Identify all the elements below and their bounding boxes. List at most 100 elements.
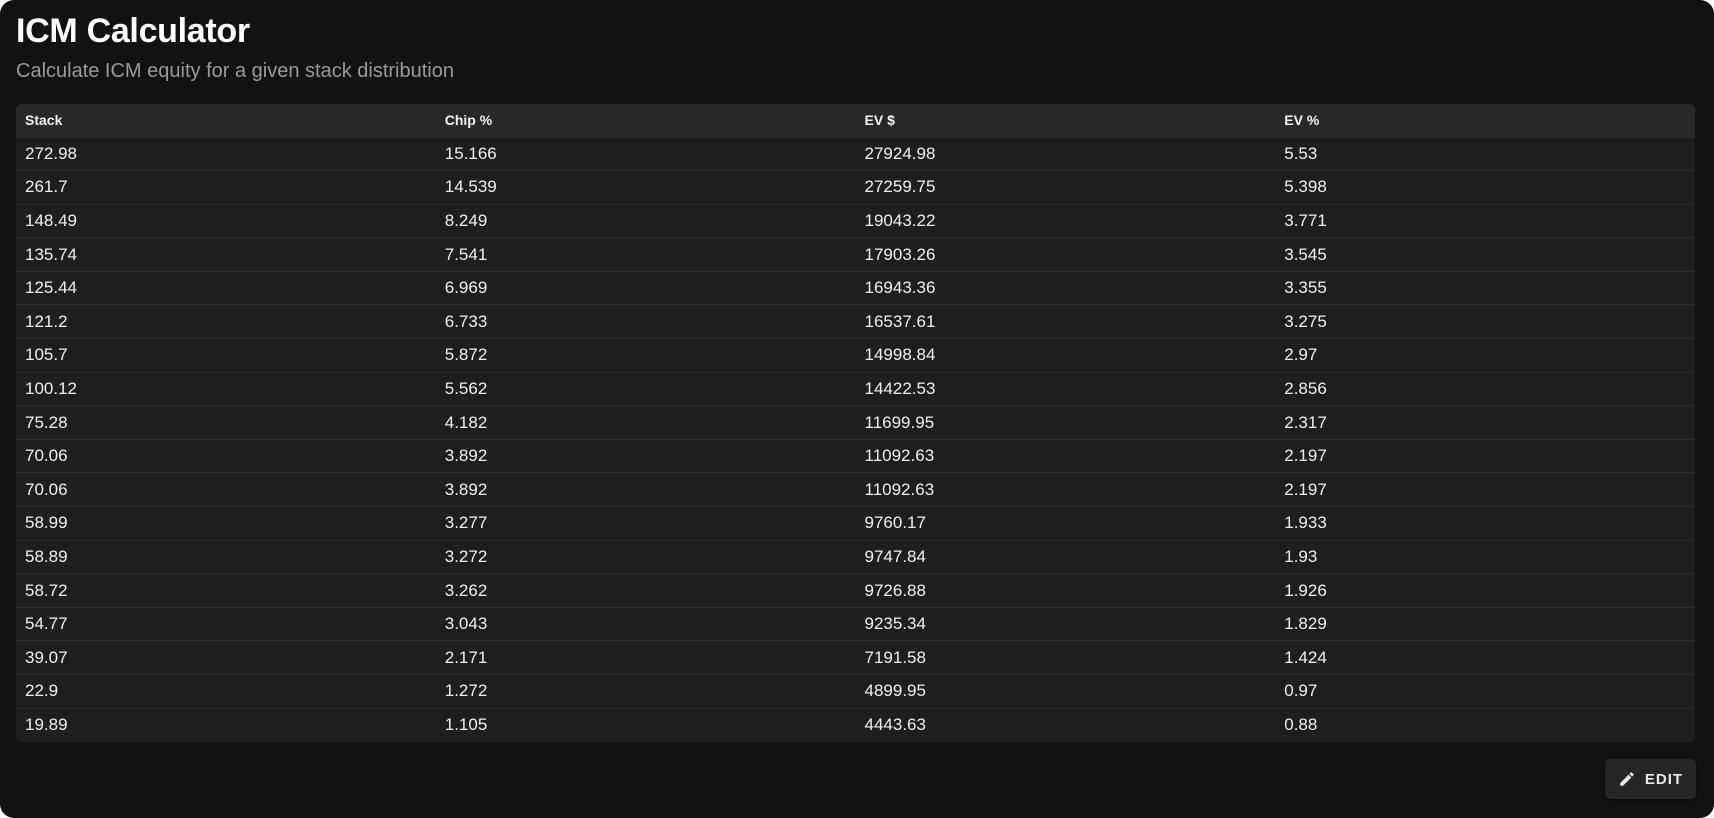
cell-ev-percent: 3.275 <box>1284 311 1327 331</box>
column-header-stack: Stack <box>25 112 63 129</box>
cell-ev-dollar: 19043.22 <box>864 210 936 230</box>
cell-chip-percent: 3.892 <box>444 479 488 499</box>
cell-chip-percent: 6.733 <box>444 311 488 331</box>
table-row: 148.49 8.249 19043.22 3.771 <box>16 204 1695 238</box>
icm-calculator-card: ICM Calculator Calculate ICM equity for … <box>0 0 1714 818</box>
cell-ev-percent: 5.53 <box>1284 143 1318 163</box>
cell-chip-percent: 7.541 <box>444 244 488 264</box>
page-subtitle: Calculate ICM equity for a given stack d… <box>16 60 454 82</box>
cell-ev-percent: 2.317 <box>1284 412 1327 432</box>
table-row: 75.28 4.182 11699.95 2.317 <box>16 405 1695 440</box>
cell-ev-percent: 2.856 <box>1284 378 1327 398</box>
cell-stack: 39.07 <box>25 647 68 667</box>
column-header-chip-percent: Chip % <box>444 112 493 129</box>
cell-chip-percent: 3.272 <box>444 546 488 566</box>
cell-ev-dollar: 11092.63 <box>864 479 935 499</box>
cell-ev-dollar: 16943.36 <box>864 278 936 298</box>
cell-ev-dollar: 9235.34 <box>864 614 926 634</box>
cell-ev-dollar: 9726.88 <box>864 580 926 600</box>
table-row: 58.99 3.277 9760.17 1.933 <box>16 506 1695 541</box>
cell-stack: 58.72 <box>25 580 68 600</box>
table-row: 58.89 3.272 9747.84 1.93 <box>16 540 1695 574</box>
cell-stack: 70.06 <box>25 446 68 466</box>
icm-results-table: Stack Chip % EV $ EV % 272.98 15.166 27924… <box>16 104 1695 742</box>
cell-stack: 58.89 <box>25 546 68 566</box>
column-header-ev-percent: EV % <box>1284 112 1320 129</box>
cell-stack: 54.77 <box>25 614 68 634</box>
table-row: 272.98 15.166 27924.98 5.53 <box>16 137 1695 171</box>
cell-chip-percent: 8.249 <box>444 210 488 230</box>
cell-ev-percent: 2.197 <box>1284 446 1327 466</box>
cell-chip-percent: 4.182 <box>444 412 488 432</box>
cell-chip-percent: 6.969 <box>444 278 488 298</box>
cell-chip-percent: 3.277 <box>444 513 488 533</box>
cell-ev-dollar: 17903.26 <box>864 244 936 264</box>
cell-chip-percent: 2.171 <box>444 647 488 667</box>
cell-stack: 70.06 <box>25 479 68 499</box>
cell-ev-percent: 1.424 <box>1284 647 1327 667</box>
cell-ev-dollar: 7191.58 <box>864 647 926 667</box>
cell-chip-percent: 1.272 <box>444 681 488 701</box>
cell-ev-percent: 5.398 <box>1284 177 1327 197</box>
cell-stack: 19.89 <box>25 715 68 735</box>
table-row: 22.9 1.272 4899.95 0.97 <box>16 674 1695 709</box>
cell-ev-dollar: 11092.63 <box>864 446 935 466</box>
cell-stack: 125.44 <box>25 278 77 298</box>
cell-chip-percent: 5.562 <box>444 378 488 398</box>
pencil-icon <box>1620 772 1634 786</box>
cell-ev-dollar: 9760.17 <box>864 513 926 533</box>
cell-chip-percent: 3.892 <box>444 446 488 466</box>
cell-ev-percent: 2.97 <box>1284 345 1318 365</box>
table-row: 135.74 7.541 17903.26 3.545 <box>16 237 1695 272</box>
table-row: 105.7 5.872 14998.84 2.97 <box>16 338 1695 373</box>
cell-ev-dollar: 4443.63 <box>864 715 926 735</box>
table-body: 272.98 15.166 27924.98 5.53 261.7 14.539 27259… <box>16 137 1695 742</box>
cell-stack: 105.7 <box>25 345 68 365</box>
cell-ev-percent: 0.97 <box>1284 681 1318 701</box>
table-row: 70.06 3.892 11092.63 2.197 <box>16 472 1695 507</box>
cell-stack: 272.98 <box>25 143 77 163</box>
cell-ev-dollar: 9747.84 <box>864 546 926 566</box>
cell-ev-dollar: 14422.53 <box>864 378 936 398</box>
edit-button-label: EDIT <box>1644 770 1684 788</box>
cell-stack: 58.99 <box>25 513 68 533</box>
page-title: ICM Calculator <box>16 12 250 50</box>
cell-ev-dollar: 11699.95 <box>864 412 935 432</box>
table-row: 100.12 5.562 14422.53 2.856 <box>16 372 1695 406</box>
table-row: 70.06 3.892 11092.63 2.197 <box>16 439 1695 473</box>
table-header-row: Stack Chip % EV $ EV % <box>16 104 1695 137</box>
table-row: 19.89 1.105 4443.63 0.88 <box>16 708 1695 742</box>
cell-ev-percent: 0.88 <box>1284 715 1318 735</box>
cell-stack: 121.2 <box>25 311 68 331</box>
edit-button[interactable]: EDIT <box>1605 759 1696 799</box>
cell-chip-percent: 3.262 <box>444 580 488 600</box>
cell-ev-percent: 3.545 <box>1284 244 1327 264</box>
table-row: 54.77 3.043 9235.34 1.829 <box>16 607 1695 641</box>
cell-stack: 148.49 <box>25 210 77 230</box>
cell-chip-percent: 3.043 <box>444 614 488 634</box>
cell-stack: 75.28 <box>25 412 68 432</box>
column-header-ev-dollar: EV $ <box>864 112 895 129</box>
table-row: 261.7 14.539 27259.75 5.398 <box>16 170 1695 205</box>
cell-ev-dollar: 16537.61 <box>864 311 936 331</box>
cell-chip-percent: 1.105 <box>444 715 488 735</box>
cell-chip-percent: 14.539 <box>444 177 497 197</box>
table-row: 58.72 3.262 9726.88 1.926 <box>16 573 1695 608</box>
cell-ev-percent: 3.771 <box>1284 210 1327 230</box>
cell-stack: 22.9 <box>25 681 59 701</box>
table-row: 39.07 2.171 7191.58 1.424 <box>16 640 1695 675</box>
cell-ev-dollar: 4899.95 <box>864 681 926 701</box>
cell-stack: 135.74 <box>25 244 77 264</box>
cell-ev-percent: 1.933 <box>1284 513 1327 533</box>
cell-ev-percent: 3.355 <box>1284 278 1327 298</box>
cell-ev-dollar: 27924.98 <box>864 143 936 163</box>
cell-ev-dollar: 27259.75 <box>864 177 936 197</box>
cell-ev-dollar: 14998.84 <box>864 345 936 365</box>
cell-stack: 100.12 <box>25 378 77 398</box>
cell-stack: 261.7 <box>25 177 68 197</box>
cell-chip-percent: 5.872 <box>444 345 488 365</box>
table-row: 125.44 6.969 16943.36 3.355 <box>16 271 1695 305</box>
cell-ev-percent: 1.829 <box>1284 614 1327 634</box>
cell-ev-percent: 1.93 <box>1284 546 1318 566</box>
cell-ev-percent: 1.926 <box>1284 580 1327 600</box>
